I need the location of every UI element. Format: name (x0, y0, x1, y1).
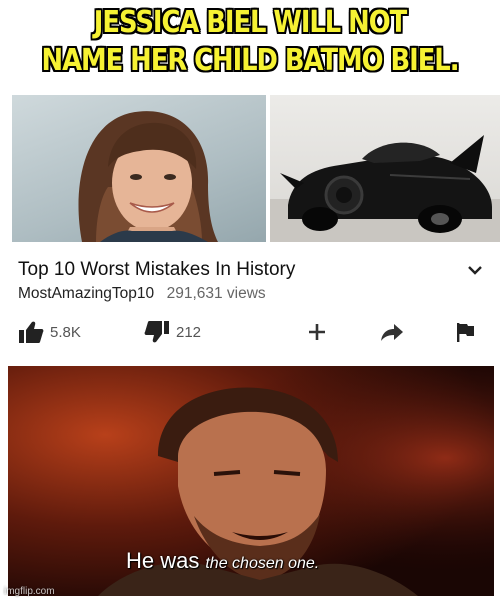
meme-caption: JESSICA BIEL WILL NOT NAME HER CHILD BAT… (0, 0, 500, 92)
chevron-down-icon[interactable] (466, 263, 484, 277)
add-to-playlist-button[interactable] (306, 318, 328, 346)
thumbnail-portrait[interactable] (12, 95, 266, 242)
portrait-image (78, 111, 219, 242)
dislike-count: 212 (176, 323, 202, 341)
subtitle-small-text: the chosen one. (205, 555, 320, 572)
like-count: 5.8K (50, 323, 81, 341)
thumbnail-batmobile[interactable] (270, 95, 500, 242)
share-arrow-icon (381, 324, 403, 341)
action-bar: 5.8K 212 (18, 318, 488, 346)
report-button[interactable] (454, 318, 476, 346)
imgflip-watermark: imgflip.com (4, 586, 55, 597)
share-button[interactable] (380, 318, 404, 346)
movie-still: He was the chosen one. (8, 366, 494, 596)
like-button[interactable]: 5.8K (18, 318, 81, 346)
channel-name[interactable]: MostAmazingTop10 (18, 285, 154, 302)
dislike-button[interactable]: 212 (144, 318, 201, 346)
channel-row: MostAmazingTop10 291,631 views (18, 285, 266, 307)
video-title[interactable]: Top 10 Worst Mistakes In History (18, 259, 438, 281)
caption-line-2: NAME HER CHILD BATMO BIEL. (41, 43, 460, 78)
plus-icon (309, 324, 325, 340)
thumbs-up-icon (19, 321, 44, 343)
view-count: 291,631 views (166, 285, 266, 302)
movie-subtitle: He was the chosen one. (126, 548, 319, 574)
caption-line-1: JESSICA BIEL WILL NOT (93, 5, 407, 40)
thumbs-down-icon (144, 321, 169, 343)
screenshot-frame: Top 10 Worst Mistakes In History MostAma… (8, 92, 500, 596)
flag-icon (457, 323, 474, 342)
meme-caption-text: JESSICA BIEL WILL NOT NAME HER CHILD BAT… (40, 4, 460, 80)
subtitle-big-text: He was (126, 548, 200, 573)
batmobile-image (270, 135, 500, 242)
